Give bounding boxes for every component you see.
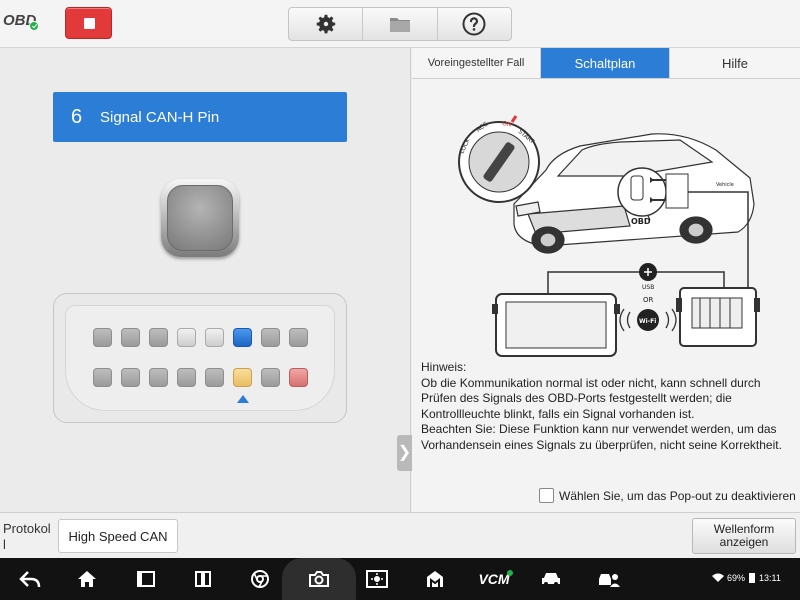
hint-title: Hinweis: [421, 360, 467, 374]
obd-pin-13[interactable] [205, 368, 224, 387]
obd-pin-7[interactable] [261, 328, 280, 347]
hint-note: Beachten Sie: Diese Funktion kann nur ve… [421, 422, 782, 452]
obd-pin-16[interactable] [289, 368, 308, 387]
obd-port-label: OBD [631, 217, 651, 226]
obd-pin-1[interactable] [93, 328, 112, 347]
home-button[interactable] [74, 566, 100, 592]
wifi-status-icon [712, 573, 724, 582]
maxifix-button[interactable] [422, 566, 448, 592]
obd-pin-10[interactable] [121, 368, 140, 387]
obd-pin-2[interactable] [121, 328, 140, 347]
disable-popout-checkbox[interactable] [539, 488, 554, 503]
selected-pin-marker-icon [237, 395, 249, 403]
service-button[interactable] [596, 566, 622, 592]
obd-pin-4[interactable] [177, 328, 196, 347]
tab-preset-case[interactable]: Voreingestellter Fall [412, 48, 541, 78]
obd-pin-14[interactable] [233, 368, 252, 387]
recent-apps-icon [137, 571, 155, 587]
signal-panel: 6 Signal CAN-H Pin ❯ [0, 48, 412, 512]
disable-popout-option[interactable]: Wählen Sie, um das Pop-out zu deaktivier… [539, 488, 796, 503]
protocol-value: High Speed CAN [58, 519, 178, 553]
hint-text-block: Hinweis: Ob die Kommunikation normal ist… [421, 360, 793, 453]
connection-diagram: LOCK ACC ON START OBD Vehicle USB OR Wi-… [458, 115, 760, 357]
back-icon [19, 571, 41, 588]
obd-pin-6[interactable] [233, 328, 252, 347]
help-button[interactable] [438, 8, 511, 40]
tablet-illustration [492, 293, 620, 357]
pin-banner: 6 Signal CAN-H Pin [53, 92, 347, 142]
vcm-status-dot [507, 570, 513, 576]
brightness-icon [366, 570, 388, 588]
battery-icon [749, 573, 756, 583]
obd-pin-9[interactable] [93, 368, 112, 387]
connection-status-icon [29, 21, 39, 31]
pin-number: 6 [70, 105, 83, 128]
clock: 13:11 [759, 573, 781, 583]
brightness-button[interactable] [364, 566, 390, 592]
info-tabs: Voreingestellter Fall Schaltplan Hilfe [412, 48, 800, 79]
obd-pin-11[interactable] [149, 368, 168, 387]
obd-pin-5[interactable] [205, 328, 224, 347]
split-screen-button[interactable] [190, 566, 216, 592]
stop-icon [84, 18, 95, 29]
info-panel: Voreingestellter Fall Schaltplan Hilfe L… [412, 48, 800, 512]
back-button[interactable] [17, 566, 43, 592]
pin-label: Signal CAN-H Pin [100, 108, 220, 126]
home-icon [78, 571, 96, 587]
camera-icon [309, 571, 329, 587]
disable-popout-label: Wählen Sie, um das Pop-out zu deaktivier… [559, 488, 796, 503]
car-person-icon [599, 574, 620, 587]
stop-button[interactable] [65, 7, 112, 39]
screenshot-button[interactable] [306, 566, 332, 592]
hint-description: Ob die Kommunikation normal ist oder nic… [421, 375, 761, 421]
vehicle-cable-label: Vehicle [716, 182, 734, 188]
vcm-icon: VCM [478, 571, 510, 587]
protocol-bar: Protokol l High Speed CAN Wellenform anz… [0, 512, 800, 558]
browser-button[interactable] [247, 566, 273, 592]
folder-icon [389, 18, 410, 32]
settings-button[interactable] [289, 8, 364, 40]
battery-level: 69% [727, 573, 746, 583]
help-icon [462, 12, 486, 36]
protocol-label: Protokol l [3, 521, 51, 552]
recent-apps-button[interactable] [133, 566, 159, 592]
obd-pin-3[interactable] [149, 328, 168, 347]
tab-wiring-diagram[interactable]: Schaltplan [541, 48, 670, 78]
vcm-button[interactable]: VCM [475, 566, 513, 592]
obd-connector-diagram [53, 293, 347, 423]
signal-indicator-lens [167, 185, 233, 251]
gear-icon [316, 14, 335, 34]
car-icon [542, 573, 560, 586]
collapse-panel-handle[interactable]: ❯ [397, 435, 412, 471]
obd-connector-face [65, 305, 335, 411]
obd-pin-12[interactable] [177, 368, 196, 387]
status-area: 69% 13:11 [712, 572, 781, 584]
usb-label: USB [642, 284, 654, 291]
obd-pin-8[interactable] [289, 328, 308, 347]
obd-pin-15[interactable] [261, 368, 280, 387]
top-toolbar: OBD [0, 0, 800, 48]
garage-icon [427, 571, 443, 587]
or-label: OR [643, 296, 654, 304]
split-screen-icon [195, 571, 211, 587]
chrome-icon [251, 570, 269, 588]
ignition-switch-icon: LOCK ACC ON START [458, 115, 540, 203]
folder-button[interactable] [363, 8, 438, 40]
show-waveform-button[interactable]: Wellenform anzeigen [692, 518, 796, 554]
vci-device-illustration [676, 287, 760, 347]
tool-button-group [288, 7, 512, 41]
tab-help[interactable]: Hilfe [670, 48, 800, 78]
signal-indicator-light [161, 179, 239, 257]
wifi-label: Wi-Fi [639, 318, 656, 325]
vehicle-button[interactable] [538, 566, 564, 592]
system-navigation-bar: VCM 69% 13:11 [0, 558, 800, 600]
